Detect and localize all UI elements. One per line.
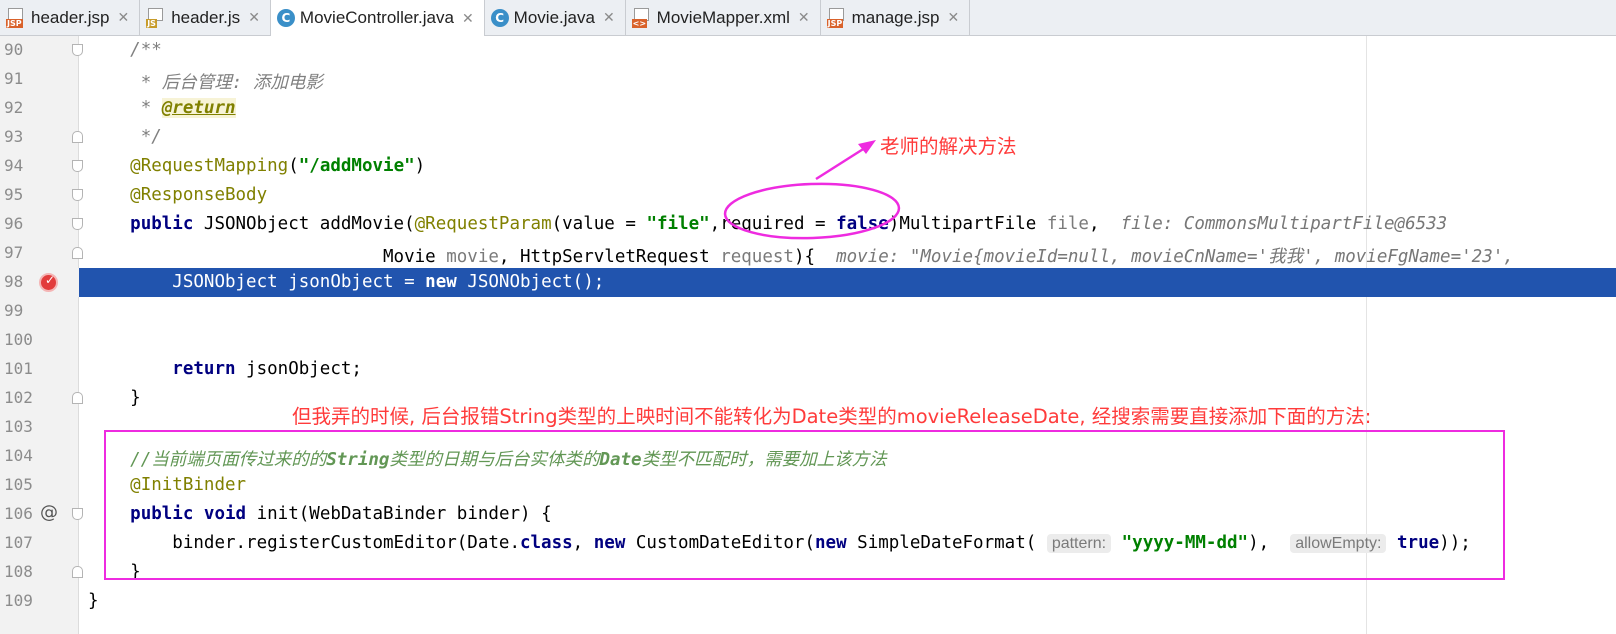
my-note: 但我弄的时候, 后台报错String类型的上映时间不能转化为Date类型的mov… [292,405,1372,428]
highlight-box [104,430,1505,580]
arrow-line [815,144,869,181]
highlight-circle [723,182,901,240]
teacher-note: 老师的解决方法 [880,135,1017,158]
